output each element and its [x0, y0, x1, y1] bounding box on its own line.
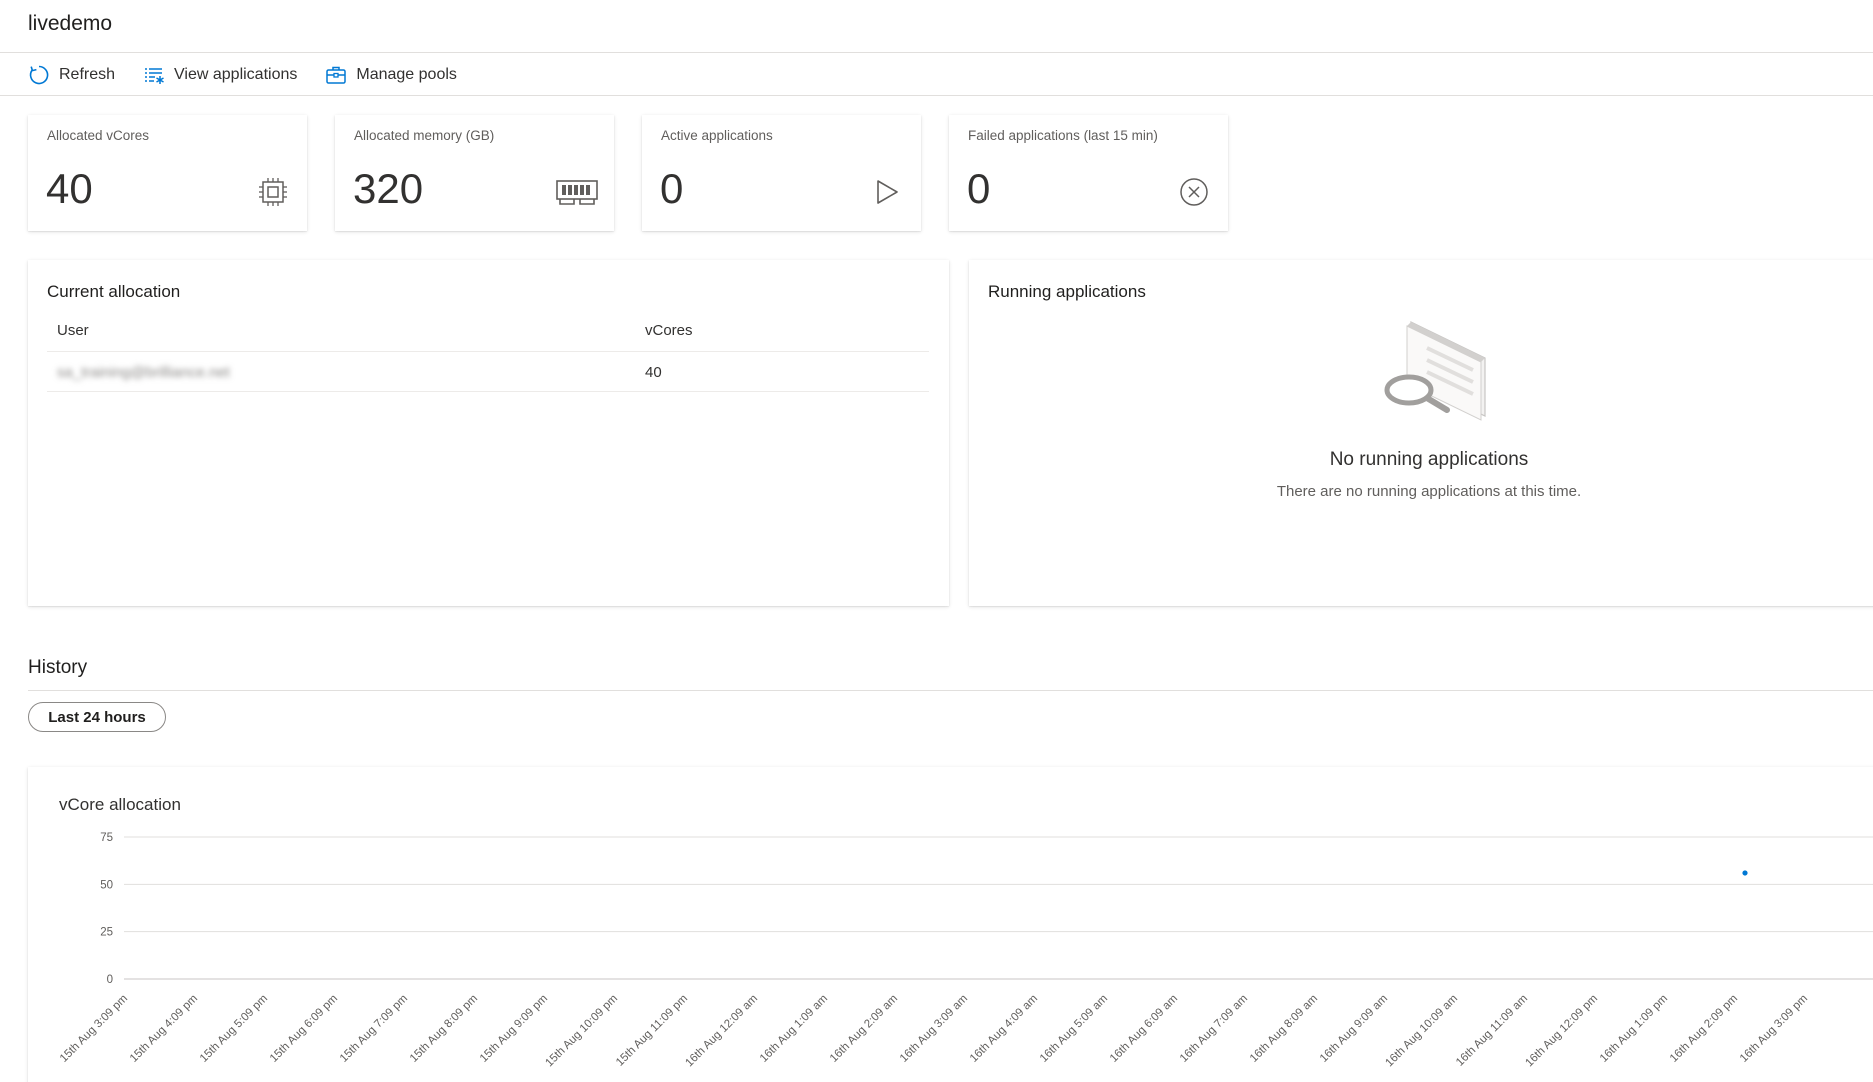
- column-header-vcores[interactable]: vCores: [645, 322, 693, 339]
- metric-card-failed-applications: Failed applications (last 15 min) 0: [949, 115, 1228, 231]
- metric-card-allocated-memory: Allocated memory (GB) 320: [335, 115, 614, 231]
- data-point: [1742, 870, 1748, 876]
- toolbar-divider: [0, 95, 1873, 96]
- user-cell: sa_training@brilliance.net: [57, 364, 230, 381]
- metric-value: 40: [46, 165, 93, 212]
- x-tick-label: 16th Aug 3:09 pm: [1738, 993, 1810, 1065]
- page-title: livedemo: [28, 12, 113, 35]
- y-tick-label: 75: [100, 832, 113, 844]
- vcores-cell: 40: [645, 364, 662, 381]
- x-tick-label: 16th Aug 12:09 pm: [1523, 993, 1600, 1070]
- x-tick-label: 15th Aug 7:09 pm: [338, 993, 410, 1065]
- x-tick-label: 15th Aug 3:09 pm: [58, 993, 130, 1065]
- metric-label: Failed applications (last 15 min): [968, 128, 1158, 143]
- play-icon: [871, 176, 903, 208]
- empty-state-subtitle: There are no running applications at thi…: [1276, 483, 1582, 500]
- metric-card-allocated-vcores: Allocated vCores 40: [28, 115, 307, 231]
- x-tick-label: 16th Aug 4:09 am: [968, 993, 1040, 1065]
- refresh-button[interactable]: Refresh: [28, 64, 115, 86]
- x-tick-label: 15th Aug 8:09 pm: [408, 993, 480, 1065]
- running-applications-title: Running applications: [988, 282, 1146, 301]
- metric-value: 0: [967, 165, 991, 212]
- toolbox-icon: [325, 64, 347, 86]
- refresh-label: Refresh: [59, 66, 116, 83]
- time-range-button[interactable]: Last 24 hours: [28, 702, 166, 732]
- x-tick-label: 16th Aug 5:09 am: [1038, 993, 1110, 1065]
- vcore-allocation-chart-card: vCore allocation 0 25 50 75 15th Aug 3:09 pm…: [28, 767, 1873, 1082]
- running-applications-card: Running applications No running applicat…: [969, 260, 1873, 606]
- list-icon: [143, 64, 165, 86]
- memory-module-icon: [556, 176, 598, 208]
- manage-pools-button[interactable]: Manage pools: [325, 64, 457, 86]
- x-tick-label: 16th Aug 1:09 pm: [1598, 993, 1670, 1065]
- metric-card-active-applications: Active applications 0: [642, 115, 921, 231]
- manage-pools-label: Manage pools: [356, 66, 457, 83]
- x-tick-label: 16th Aug 10:09 am: [1383, 993, 1460, 1070]
- x-tick-label: 15th Aug 6:09 pm: [268, 993, 340, 1065]
- y-tick-label: 0: [107, 974, 113, 986]
- column-header-user[interactable]: User: [57, 322, 89, 339]
- x-tick-label: 16th Aug 2:09 am: [828, 993, 900, 1065]
- search-document-illustration-icon: [1384, 321, 1486, 421]
- x-tick-label: 16th Aug 12:09 am: [683, 993, 760, 1070]
- vcore-allocation-chart: 025507515th Aug 3:09 pm15th Aug 4:09 pm1…: [58, 832, 1873, 1070]
- metric-value: 0: [660, 165, 684, 212]
- x-tick-label: 16th Aug 2:09 pm: [1668, 993, 1740, 1065]
- table-row[interactable]: sa_training@brilliance.net 40: [47, 352, 929, 392]
- x-tick-label: 16th Aug 3:09 am: [898, 993, 970, 1065]
- table-header: User vCores: [47, 310, 929, 352]
- x-tick-label: 16th Aug 11:09 am: [1454, 993, 1530, 1069]
- refresh-icon: [28, 64, 50, 86]
- x-tick-label: 16th Aug 7:09 am: [1178, 993, 1250, 1065]
- empty-state-title: No running applications: [1329, 449, 1529, 470]
- x-tick-label: 15th Aug 5:09 pm: [198, 993, 270, 1065]
- view-applications-button[interactable]: View applications: [143, 64, 297, 86]
- y-tick-label: 25: [100, 927, 113, 939]
- metric-label: Allocated memory (GB): [354, 128, 495, 143]
- history-divider: [28, 690, 1873, 691]
- x-tick-label: 16th Aug 9:09 am: [1318, 993, 1390, 1065]
- current-allocation-title: Current allocation: [47, 282, 181, 301]
- header-divider: [0, 52, 1873, 53]
- view-applications-label: View applications: [174, 66, 298, 83]
- x-tick-label: 16th Aug 6:09 am: [1108, 993, 1180, 1065]
- cpu-chip-icon: [257, 176, 289, 208]
- empty-state: No running applications There are no run…: [969, 318, 1873, 500]
- metric-label: Active applications: [661, 128, 773, 143]
- metric-value: 320: [353, 165, 424, 212]
- x-tick-label: 15th Aug 11:09 pm: [614, 993, 690, 1069]
- current-allocation-card: Current allocation User vCores sa_traini…: [28, 260, 949, 606]
- history-heading: History: [28, 657, 88, 678]
- x-tick-label: 16th Aug 8:09 am: [1248, 993, 1320, 1065]
- y-tick-label: 50: [100, 879, 113, 891]
- command-bar: Refresh View applications Manage pools: [28, 62, 485, 88]
- metric-label: Allocated vCores: [47, 128, 150, 143]
- allocation-table: User vCores sa_training@brilliance.net 4…: [47, 310, 929, 392]
- x-tick-label: 15th Aug 4:09 pm: [128, 993, 200, 1065]
- x-tick-label: 16th Aug 1:09 am: [758, 993, 830, 1065]
- circle-x-icon: [1178, 176, 1210, 208]
- x-tick-label: 15th Aug 10:09 pm: [543, 993, 620, 1070]
- x-tick-label: 15th Aug 9:09 pm: [478, 993, 550, 1065]
